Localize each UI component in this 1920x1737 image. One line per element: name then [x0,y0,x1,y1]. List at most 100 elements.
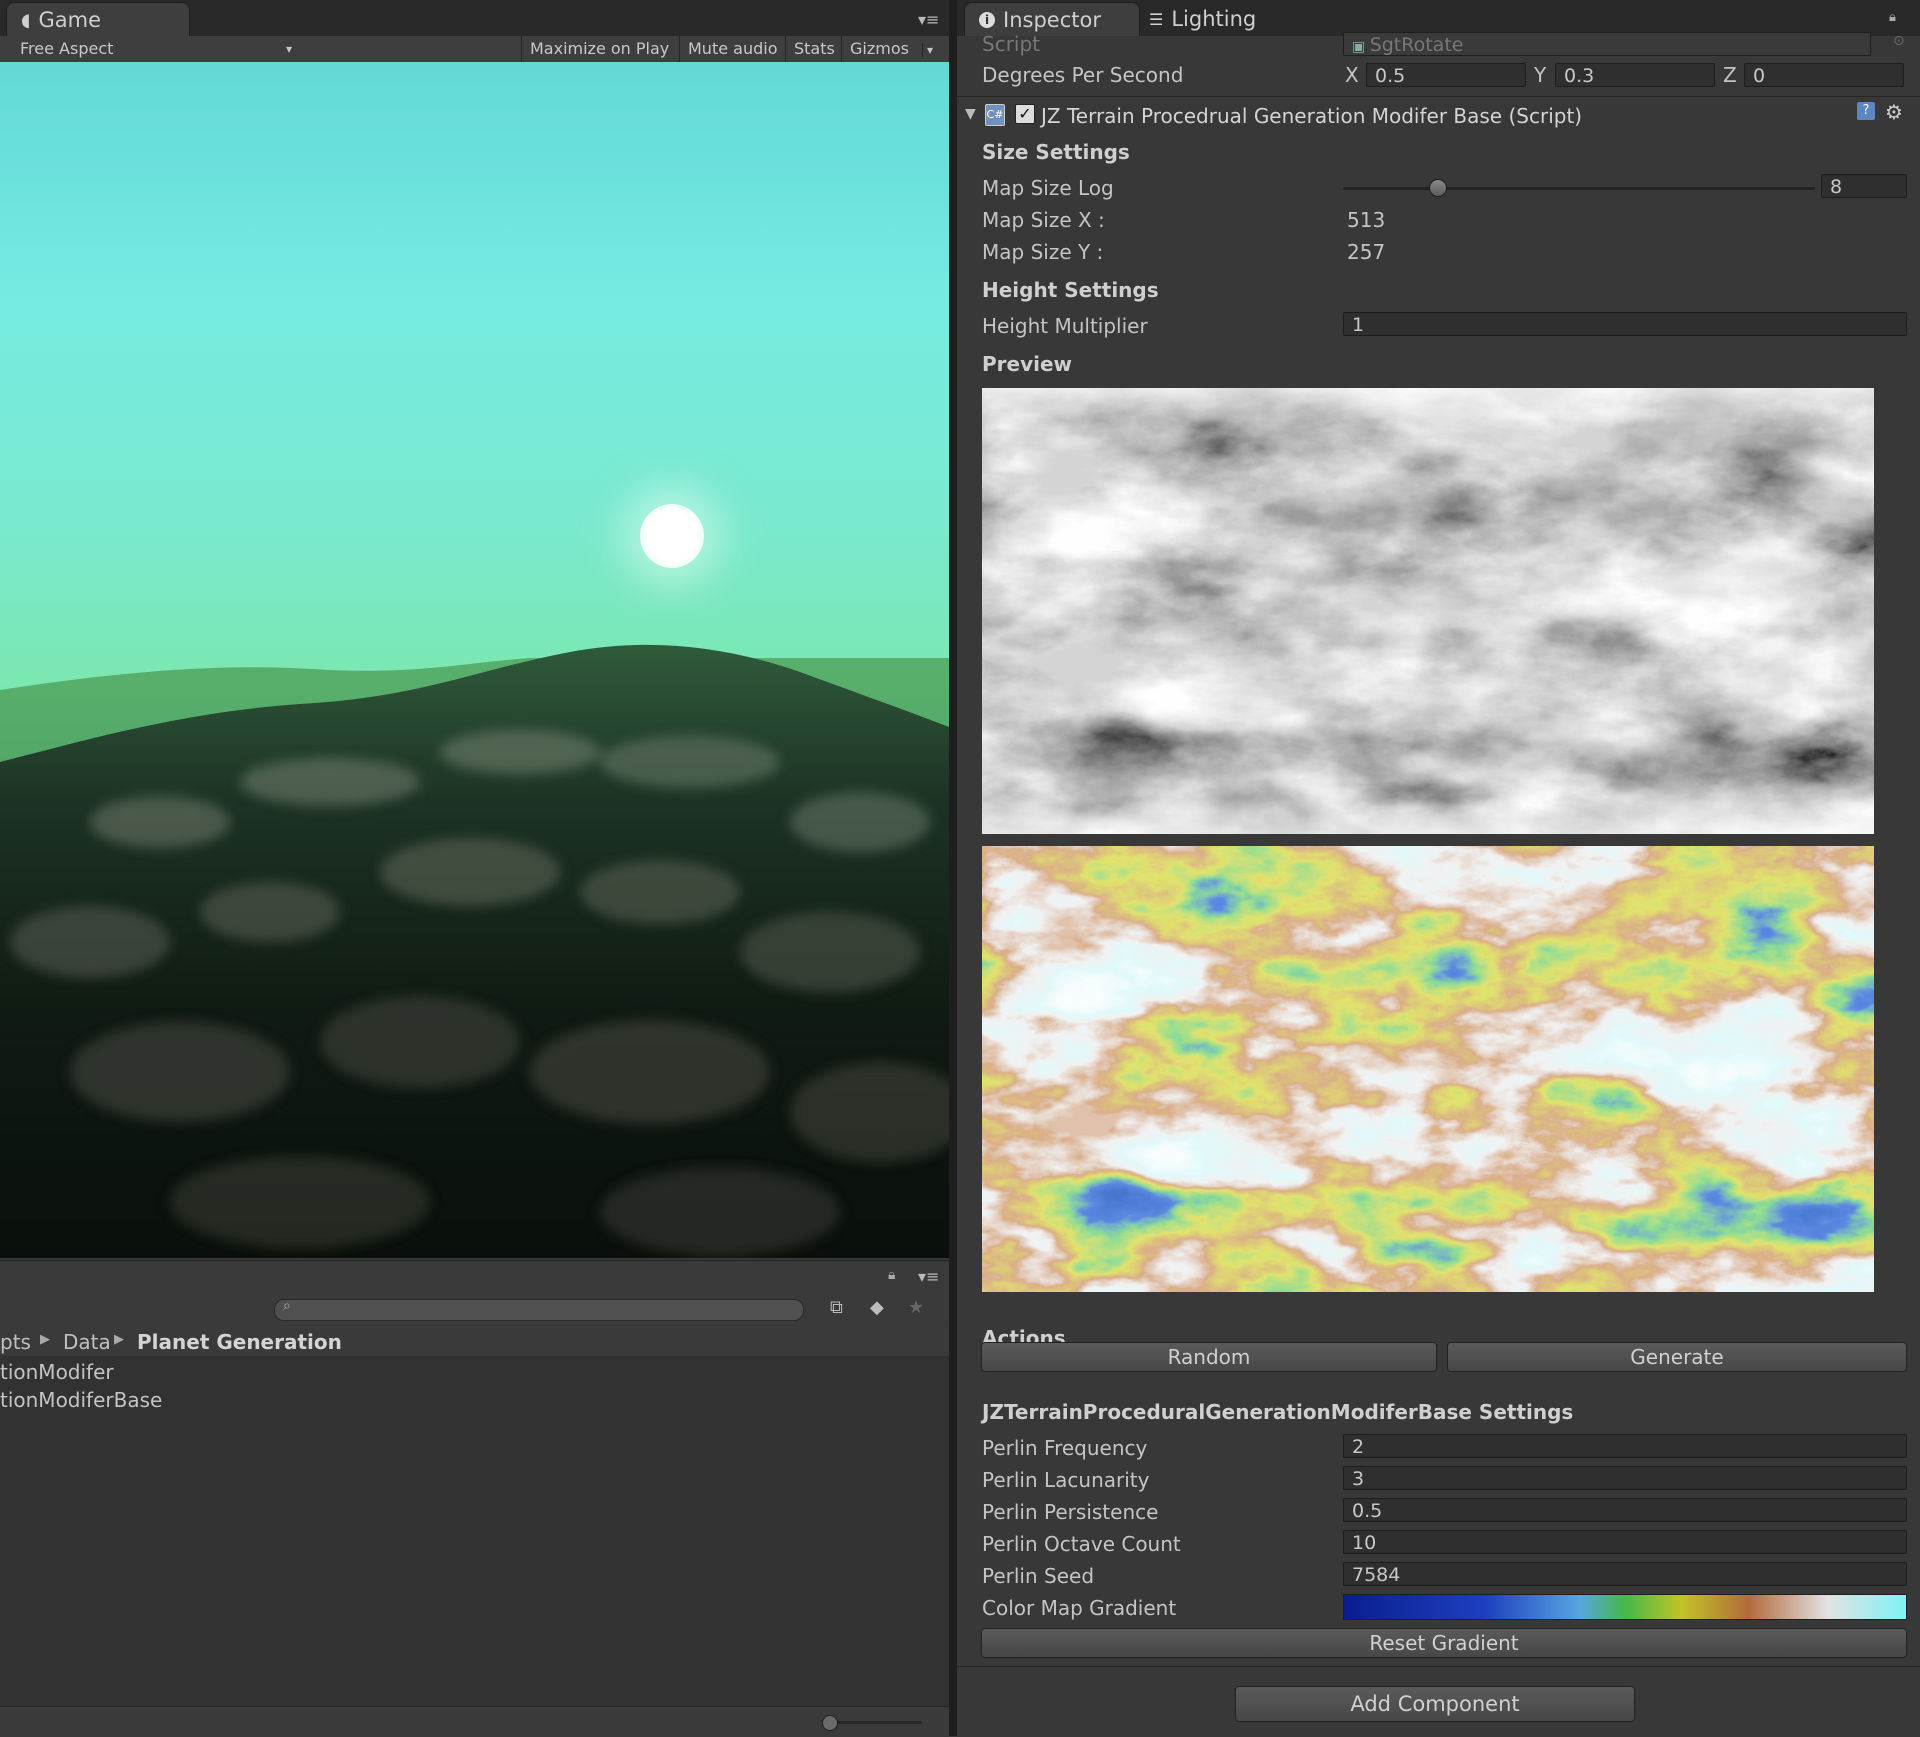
perlin-persistence-field[interactable]: 0.5 [1343,1498,1907,1522]
game-viewport[interactable] [0,62,950,1258]
tab-game[interactable]: ◖ Game [6,2,190,37]
game-toolbar: Free Aspect ▾ Maximize on Play Mute audi… [0,36,949,63]
project-toolbar: 🔒︎ ▾≡ ⌕ ⧉ ◆ ★ [0,1260,949,1325]
project-footer [0,1706,949,1737]
colormap-preview-image [982,846,1874,1292]
maximize-label: Maximize on Play [530,39,670,58]
color-map-gradient-label: Color Map Gradient [982,1596,1177,1620]
lock-icon[interactable]: 🔒︎ [1889,10,1896,25]
gear-icon[interactable]: ⚙ [1885,100,1903,124]
icon-size-slider-handle[interactable] [822,1715,838,1731]
gizmos-label: Gizmos [850,39,909,58]
inspector-tabbar: i Inspector ☰ Lighting 🔒︎ [957,0,1920,37]
lock-icon[interactable]: 🔒︎ [888,1267,895,1283]
stats-button[interactable]: Stats [785,36,843,62]
perlin-octave-count-field[interactable]: 10 [1343,1530,1907,1554]
script-label: Script [982,32,1041,56]
degrees-z-value: 0 [1753,65,1766,87]
degrees-x-field[interactable]: 0.5 [1366,63,1526,87]
degrees-x-value: 0.5 [1375,65,1406,87]
breadcrumb-item[interactable]: Data [63,1330,111,1354]
lighting-sliders-icon: ☰ [1149,9,1164,29]
object-picker-icon: ⊙ [1893,33,1905,49]
chevron-down-icon: ▾ [285,42,292,56]
perlin-octave-count-value: 10 [1352,1532,1377,1554]
filter-by-type-icon[interactable]: ⧉ [830,1297,843,1318]
map-size-x-label: Map Size X : [982,208,1105,232]
list-item[interactable]: tionModiferBase [0,1388,162,1412]
component-separator [957,96,1920,97]
mute-audio-button[interactable]: Mute audio [679,36,785,62]
degrees-z-field[interactable]: 0 [1744,63,1904,87]
add-component-label: Add Component [1350,1692,1520,1716]
panel-divider[interactable] [949,0,957,1736]
map-size-log-slider-track[interactable] [1343,187,1815,190]
size-settings-header: Size Settings [982,140,1130,164]
degrees-label: Degrees Per Second [982,63,1184,87]
random-button-label: Random [1167,1345,1251,1369]
perlin-persistence-value: 0.5 [1352,1500,1383,1522]
list-item[interactable]: tionModifer [0,1360,114,1384]
aspect-dropdown[interactable]: Free Aspect ▾ [12,36,298,62]
breadcrumb-current[interactable]: Planet Generation [137,1330,342,1354]
panel-menu-icon[interactable]: ▾≡ [918,10,939,29]
tab-lighting-label: Lighting [1171,7,1257,31]
panel-menu-icon[interactable]: ▾≡ [918,1267,939,1286]
reset-gradient-label: Reset Gradient [1369,1631,1519,1655]
project-search-input[interactable]: ⌕ [274,1298,804,1321]
map-size-x-value: 513 [1347,208,1386,232]
star-icon[interactable]: ★ [908,1297,924,1318]
chevron-down-icon: ▾ [922,43,934,57]
project-file-list: tionModifer tionModiferBase [0,1356,949,1706]
tab-game-label: Game [38,8,102,32]
mute-label: Mute audio [688,39,778,58]
reset-gradient-button[interactable]: Reset Gradient [981,1628,1907,1658]
component-title: JZ Terrain Procedrual Generation Modifer… [1041,104,1583,128]
perlin-lacunarity-field[interactable]: 3 [1343,1466,1907,1490]
pacman-icon: ◖ [21,9,31,31]
tab-lighting[interactable]: ☰ Lighting [1135,2,1299,36]
color-map-gradient-field[interactable] [1343,1594,1907,1620]
stats-label: Stats [794,39,835,58]
preview-header: Preview [982,352,1073,376]
add-component-button[interactable]: Add Component [1235,1686,1635,1722]
map-size-log-slider-handle[interactable] [1429,179,1448,197]
separator [957,1666,1920,1667]
aspect-label: Free Aspect [20,39,114,58]
csharp-script-icon: C# [985,104,1005,126]
script-value: SgtRotate [1369,34,1464,56]
heightmap-preview-image [982,388,1874,834]
perlin-seed-value: 7584 [1352,1564,1401,1586]
collapse-triangle-icon[interactable]: ▼ [965,106,976,122]
map-size-y-label: Map Size Y : [982,240,1104,264]
script-icon: ▣ [1352,39,1370,55]
x-label: X [1345,63,1359,87]
z-label: Z [1723,63,1737,87]
perlin-frequency-label: Perlin Frequency [982,1436,1148,1460]
perlin-seed-field[interactable]: 7584 [1343,1562,1907,1586]
y-label: Y [1534,63,1547,87]
perlin-frequency-field[interactable]: 2 [1343,1434,1907,1458]
map-size-log-label: Map Size Log [982,176,1114,200]
perlin-seed-label: Perlin Seed [982,1564,1095,1588]
maximize-on-play-button[interactable]: Maximize on Play [521,36,677,62]
game-tabbar: ◖ Game ▾≡ [0,0,949,37]
random-button[interactable]: Random [981,1342,1437,1372]
perlin-lacunarity-value: 3 [1352,1468,1365,1490]
perlin-frequency-value: 2 [1352,1436,1365,1458]
breadcrumb-item[interactable]: pts [0,1330,31,1354]
help-book-icon[interactable]: ? [1857,102,1875,120]
map-size-y-value: 257 [1347,240,1386,264]
degrees-y-field[interactable]: 0.3 [1555,63,1715,87]
component-enabled-checkbox[interactable]: ✓ [1015,104,1035,124]
chevron-right-icon: ▶ [114,1332,124,1347]
map-size-log-field[interactable]: 8 [1821,174,1907,198]
tab-inspector-label: Inspector [1003,8,1101,32]
tag-icon[interactable]: ◆ [870,1297,884,1318]
settings-header: JZTerrainProceduralGenerationModiferBase… [982,1400,1574,1424]
generate-button[interactable]: Generate [1447,1342,1907,1372]
inspector-panel: Script ▣ SgtRotate ⊙ Degrees Per Second … [957,32,1920,1736]
height-settings-header: Height Settings [982,278,1159,302]
gizmos-dropdown[interactable]: Gizmos ▾ [841,36,941,62]
height-multiplier-field[interactable]: 1 [1343,312,1907,336]
